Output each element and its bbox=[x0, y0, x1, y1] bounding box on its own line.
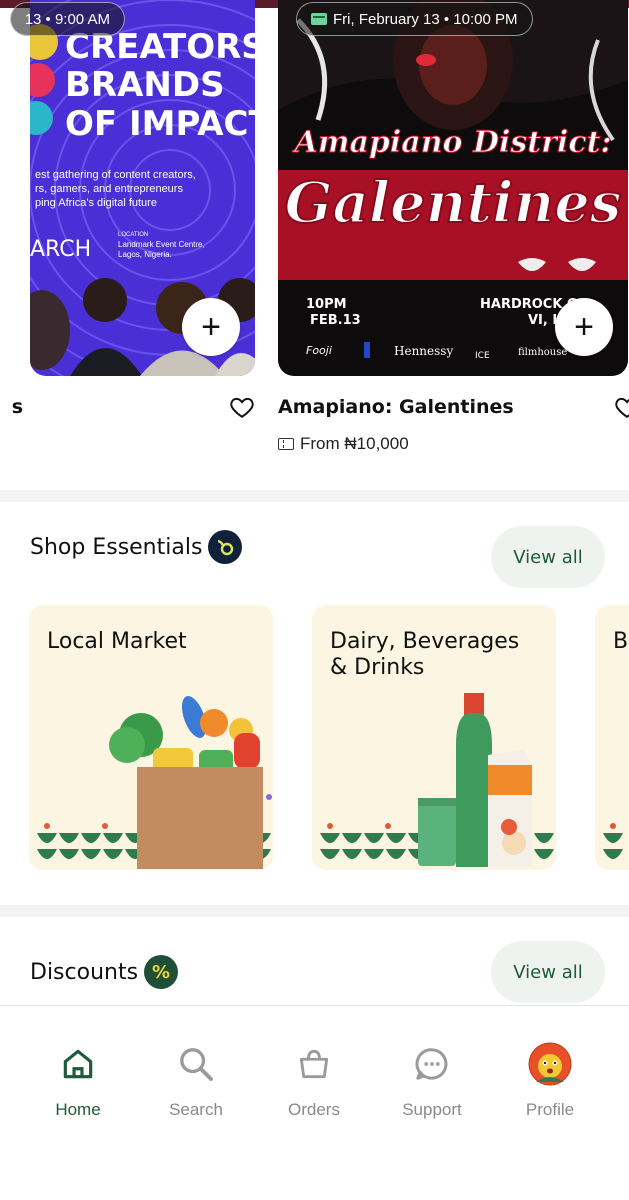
nav-label-search: Search bbox=[169, 1100, 223, 1119]
discount-badge-text: % bbox=[152, 961, 171, 983]
poster-time: 10PM bbox=[306, 297, 347, 312]
add-event-button[interactable]: + bbox=[182, 298, 240, 356]
avatar bbox=[528, 1042, 572, 1086]
chat-icon bbox=[410, 1042, 454, 1086]
poster-tagline-1: est gathering of content creators, bbox=[35, 169, 196, 181]
search-icon bbox=[174, 1042, 218, 1086]
favorite-heart-icon[interactable] bbox=[614, 394, 629, 420]
shop-essentials-header: Shop Essentials bbox=[30, 530, 243, 564]
nav-item-orders[interactable]: Orders bbox=[264, 1042, 364, 1120]
sponsor-ice: ICE bbox=[475, 351, 490, 361]
discount-percent-badge-icon: % bbox=[144, 955, 179, 989]
event-title[interactable]: Amapiano: Galentines bbox=[278, 396, 514, 418]
nav-label-home: Home bbox=[55, 1100, 101, 1119]
favorite-heart-icon[interactable] bbox=[229, 394, 255, 420]
poster-tagline-3: ping Africa's digital future bbox=[35, 197, 157, 209]
event-date-pill: 13 • 9:00 AM bbox=[9, 2, 125, 36]
poster-script-main: Galentines bbox=[285, 170, 622, 236]
nav-label-profile: Profile bbox=[525, 1100, 575, 1119]
poster-location-label: LOCATION bbox=[118, 232, 148, 238]
category-label: Dairy, Beverages & Drinks bbox=[330, 629, 520, 680]
sponsor-hennessy: Hennessy bbox=[394, 344, 453, 358]
home-icon bbox=[56, 1042, 100, 1086]
discounts-view-all-button[interactable]: View all bbox=[491, 941, 605, 1003]
category-label: B & bbox=[613, 629, 629, 654]
event-card-creators[interactable]: CREATORS BRANDS OF IMPACT est gathering … bbox=[0, 0, 255, 470]
shop-essentials-badge-icon bbox=[208, 530, 243, 564]
bottom-navigation: Home Search Orders Support Profile bbox=[0, 1005, 629, 1200]
sponsor-filmhouse: filmhouse bbox=[518, 347, 567, 358]
shop-view-all-button[interactable]: View all bbox=[491, 526, 605, 588]
add-event-button[interactable]: + bbox=[555, 298, 613, 356]
calendar-icon bbox=[311, 13, 327, 25]
poster-tagline-2: rs, gamers, and entrepreneurs bbox=[35, 183, 183, 195]
nav-item-search[interactable]: Search bbox=[146, 1042, 246, 1120]
ticket-icon bbox=[278, 438, 294, 450]
section-divider bbox=[0, 905, 629, 917]
events-carousel[interactable]: CREATORS BRANDS OF IMPACT est gathering … bbox=[0, 0, 629, 490]
sponsor-fooji: Fooji bbox=[306, 344, 332, 357]
event-date-text: Fri, February 13 • 10:00 PM bbox=[333, 10, 518, 28]
event-price-text: From ₦10,000 bbox=[300, 434, 409, 453]
poster-location-2: Lagos, Nigeria. bbox=[118, 250, 172, 259]
category-card-partial[interactable]: B & bbox=[595, 605, 629, 870]
event-date-text: 13 • 9:00 AM bbox=[24, 10, 110, 28]
bag-icon bbox=[292, 1042, 336, 1086]
category-label: Local Market bbox=[47, 629, 187, 654]
nav-label-support: Support bbox=[402, 1100, 462, 1119]
poster-line-2: BRANDS bbox=[65, 65, 225, 105]
event-card-galentines[interactable]: Amapiano District: Galentines 10PM FEB.1… bbox=[278, 0, 629, 470]
event-title[interactable]: s bbox=[12, 396, 23, 418]
discounts-header: Discounts % bbox=[30, 955, 179, 989]
poster-location-1: Landmark Event Centre, bbox=[118, 240, 205, 249]
category-card-dairy-beverages[interactable]: Dairy, Beverages & Drinks bbox=[312, 605, 556, 870]
nav-label-orders: Orders bbox=[288, 1100, 340, 1119]
discounts-title: Discounts bbox=[30, 959, 139, 985]
poster-date: FEB.13 bbox=[310, 313, 361, 328]
nav-item-profile[interactable]: Profile bbox=[500, 1042, 600, 1120]
shop-categories-carousel[interactable]: Local Market Dairy, Beverages & Drinks B bbox=[0, 605, 629, 870]
nav-item-home[interactable]: Home bbox=[28, 1042, 128, 1120]
shop-essentials-title: Shop Essentials bbox=[30, 534, 203, 560]
event-price: From ₦10,000 bbox=[278, 434, 409, 454]
category-card-local-market[interactable]: Local Market bbox=[29, 605, 273, 870]
poster-month: ARCH bbox=[30, 237, 91, 262]
poster-script-top: Amapiano District: bbox=[291, 125, 611, 160]
nav-item-support[interactable]: Support bbox=[382, 1042, 482, 1120]
poster-line-3: OF IMPACT bbox=[65, 104, 255, 144]
event-date-pill: Fri, February 13 • 10:00 PM bbox=[296, 2, 533, 36]
section-divider bbox=[0, 490, 629, 502]
